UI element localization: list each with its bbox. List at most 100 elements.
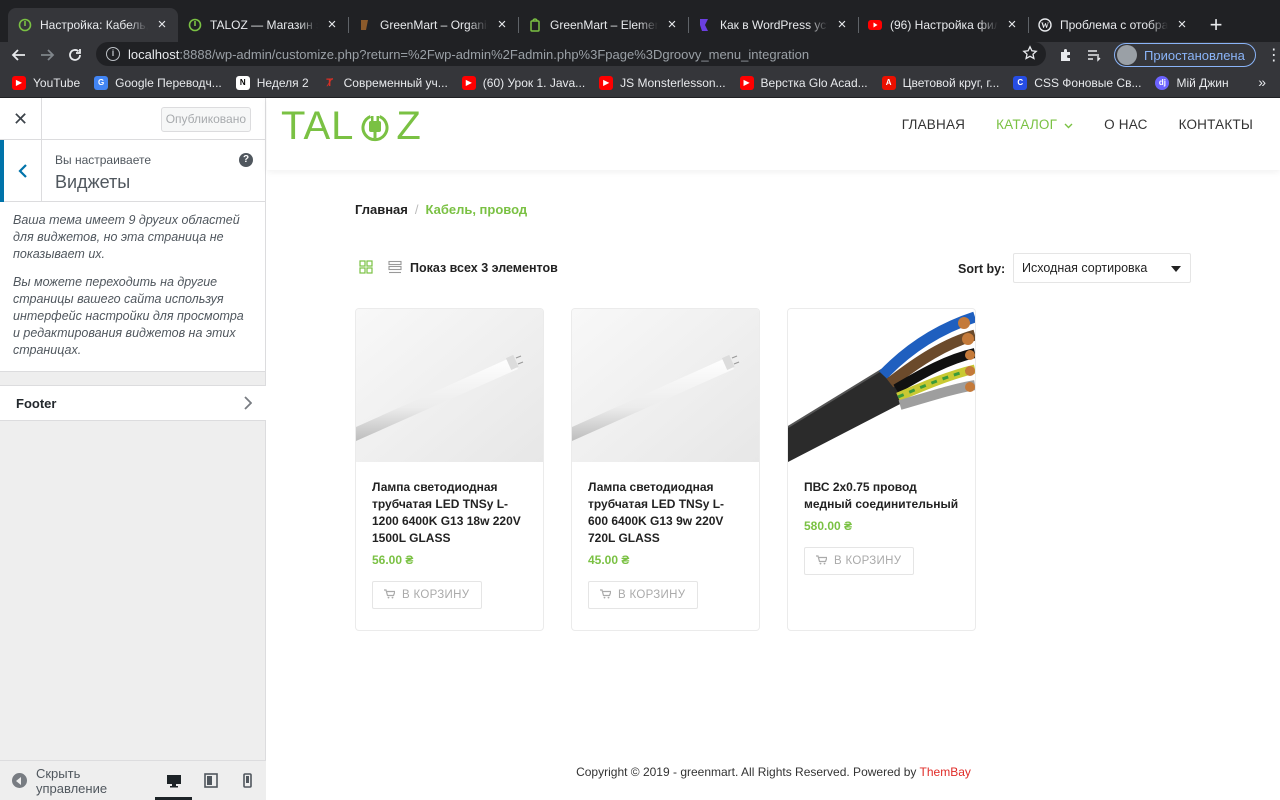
back-chevron-icon[interactable] — [0, 140, 42, 202]
main-navigation: ГЛАВНАЯ КАТАЛОГ О НАС КОНТАКТЫ — [871, 117, 1253, 132]
tab-title: (96) Настройка фильтров — [890, 18, 998, 32]
tab-close-icon[interactable]: × — [494, 17, 510, 33]
product-price: 580.00 ₴ — [804, 519, 853, 533]
youtube-icon: ▶ — [12, 75, 26, 90]
tab-close-icon[interactable]: × — [1004, 17, 1020, 33]
bookmark-label: Цветовой круг, г... — [902, 75, 1000, 90]
profile-button[interactable]: Приостановлена — [1114, 43, 1256, 67]
bookmark-item[interactable]: C CSS Фоновые Св... — [1013, 75, 1142, 90]
tab-title: Настройка: Кабель, провод — [40, 18, 148, 32]
site-info-icon[interactable]: i — [106, 47, 120, 61]
list-view-icon[interactable] — [388, 260, 402, 279]
section-footer[interactable]: Footer — [0, 385, 266, 421]
product-card[interactable]: Лампа светодиодная трубчатая LED TNSy L-… — [571, 308, 760, 631]
url-path: :8888/wp-admin/customize.php?return=%2Fw… — [179, 46, 810, 62]
add-to-cart-button[interactable]: В КОРЗИНУ — [804, 547, 915, 575]
customizer-section-header: Вы настраиваете Виджеты ? — [0, 140, 265, 202]
nav-item-contacts[interactable]: КОНТАКТЫ — [1179, 117, 1253, 132]
nav-item-home[interactable]: ГЛАВНАЯ — [902, 117, 965, 132]
bookmark-star-icon[interactable] — [1022, 45, 1038, 66]
product-name[interactable]: ПВС 2х0.75 провод медный соединительный — [804, 479, 959, 513]
footer-brand-link[interactable]: ThemBay — [920, 765, 971, 779]
bookmark-item[interactable]: ▶ Верстка Glo Acad... — [739, 75, 868, 90]
browser-tab[interactable]: TALOZ — Магазин электротоваров × — [178, 8, 348, 42]
add-to-cart-button[interactable]: В КОРЗИНУ — [588, 581, 699, 609]
nav-item-about[interactable]: О НАС — [1104, 117, 1147, 132]
browser-tab[interactable]: GreenMart – Organic & Food × — [348, 8, 518, 42]
product-card[interactable]: ПВС 2х0.75 провод медный соединительный … — [787, 308, 976, 631]
browser-tab[interactable]: GreenMart – Elementor × — [518, 8, 688, 42]
greenmart-icon — [358, 18, 372, 32]
bookmark-item[interactable]: A Цветовой круг, г... — [881, 75, 1000, 90]
site-logo[interactable]: TAL Z — [281, 104, 422, 149]
close-icon[interactable]: ✕ — [0, 98, 42, 140]
logo-text: Z — [396, 104, 422, 148]
collapse-label: Скрыть управление — [35, 765, 108, 796]
grid-view-icon[interactable] — [359, 260, 373, 279]
product-card[interactable]: Лампа светодиодная трубчатая LED TNSy L-… — [355, 308, 544, 631]
product-price: 56.00 ₴ — [372, 553, 414, 567]
section-title: Виджеты — [55, 172, 131, 192]
browser-tabstrip: Настройка: Кабель, провод × TALOZ — Мага… — [0, 0, 1280, 42]
nav-item-catalog[interactable]: КАТАЛОГ — [996, 117, 1073, 132]
tab-close-icon[interactable]: × — [1174, 17, 1190, 33]
browser-menu-icon[interactable]: ⋮ — [1260, 42, 1280, 68]
collapse-arrow-icon — [12, 773, 27, 788]
bookmark-item[interactable]: N Неделя 2 — [235, 75, 309, 90]
profile-label: Приостановлена — [1144, 47, 1245, 63]
copyright-text: Copyright © 2019 - greenmart. All Rights… — [576, 765, 920, 779]
youtube-icon: ▶ — [599, 75, 614, 90]
cart-icon — [816, 554, 828, 568]
tab-title: Как в WordPress установить — [720, 18, 828, 32]
tab-close-icon[interactable]: × — [834, 17, 850, 33]
breadcrumb-separator: / — [414, 202, 419, 217]
reading-list-icon[interactable] — [1080, 42, 1108, 68]
browser-toolbar: i localhost:8888/wp-admin/customize.php?… — [0, 42, 1280, 68]
address-bar[interactable]: i localhost:8888/wp-admin/customize.php?… — [96, 42, 1046, 66]
product-image-tube-lamp[interactable] — [356, 309, 543, 462]
back-arrow-icon[interactable] — [5, 42, 33, 68]
browser-tab[interactable]: (96) Настройка фильтров × — [858, 8, 1028, 42]
tab-close-icon[interactable]: × — [324, 17, 340, 33]
product-name[interactable]: Лампа светодиодная трубчатая LED TNSy L-… — [372, 479, 527, 547]
bookmark-item[interactable]: G Google Переводч... — [94, 75, 222, 90]
desktop-preview-icon[interactable] — [155, 761, 192, 800]
bookmark-item[interactable]: ▶ JS Monsterlesson... — [599, 75, 726, 90]
mobile-preview-icon[interactable] — [229, 761, 266, 800]
help-icon[interactable]: ? — [239, 153, 253, 167]
product-image-cable[interactable] — [788, 309, 975, 462]
collapse-sidebar-button[interactable]: Скрыть управление — [0, 766, 155, 796]
youtube-icon: ▶ — [739, 75, 754, 90]
bookmark-item[interactable]: ▶ (60) Урок 1. Java... — [461, 75, 585, 90]
product-image-tube-lamp[interactable] — [572, 309, 759, 462]
youtube-icon — [868, 18, 882, 32]
forward-arrow-icon[interactable] — [33, 42, 61, 68]
new-tab-icon[interactable]: + — [1202, 8, 1230, 42]
tab-close-icon[interactable]: × — [154, 17, 170, 33]
extensions-puzzle-icon[interactable] — [1052, 42, 1080, 68]
tablet-preview-icon[interactable] — [192, 761, 229, 800]
bookmark-item[interactable]: ▶ YouTube — [12, 75, 80, 90]
tab-close-icon[interactable]: × — [664, 17, 680, 33]
sort-select[interactable]: Исходная сортировка — [1013, 253, 1191, 283]
product-name[interactable]: Лампа светодиодная трубчатая LED TNSy L-… — [588, 479, 743, 547]
widgets-notice: Ваша тема имеет 9 других областей для ви… — [0, 202, 265, 372]
browser-tab[interactable]: Настройка: Кабель, провод × — [8, 8, 178, 42]
browser-tab[interactable]: W Проблема с отображением × — [1028, 8, 1198, 42]
breadcrumb-home[interactable]: Главная — [355, 202, 408, 217]
bookmark-item[interactable]: dj Мій Джин — [1155, 75, 1229, 90]
sort-label: Sort by: — [958, 262, 1006, 276]
avatar — [1117, 45, 1137, 65]
site-header: TAL Z ГЛАВНАЯ КАТАЛОГ О НАС КОНТАКТЫ — [267, 98, 1280, 170]
reload-icon[interactable] — [61, 42, 89, 68]
bookmarks-overflow-icon[interactable]: » — [1258, 74, 1266, 90]
bookmark-item[interactable]: Ⱦ Современный уч... — [323, 76, 448, 90]
tab-title: Проблема с отображением — [1060, 18, 1168, 32]
bookmark-purple-icon — [698, 18, 712, 32]
publish-button[interactable]: Опубликовано — [160, 107, 251, 132]
bookmark-label: CSS Фоновые Св... — [1034, 75, 1142, 90]
caret-down-icon — [1171, 266, 1181, 272]
bookmarks-bar: ▶ YouTube G Google Переводч... N Неделя 2 Ⱦ… — [0, 68, 1280, 98]
browser-tab[interactable]: Как в WordPress установить × — [688, 8, 858, 42]
add-to-cart-button[interactable]: В КОРЗИНУ — [372, 581, 483, 609]
